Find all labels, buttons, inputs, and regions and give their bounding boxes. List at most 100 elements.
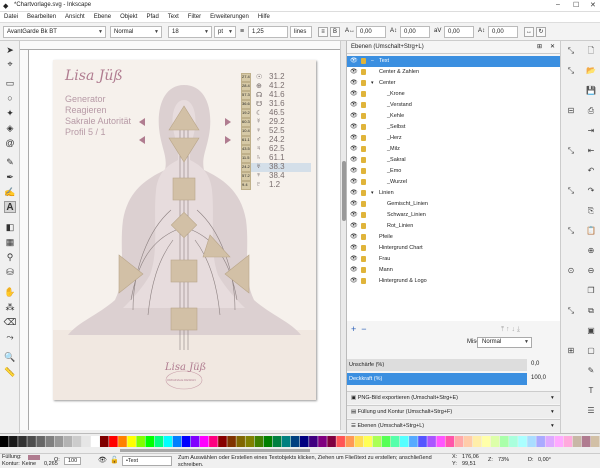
color-swatch[interactable] [363,436,373,447]
menu-erweiterungen[interactable]: Erweiterungen [210,12,249,22]
letter-spacing-input[interactable]: 0,00 [356,26,386,38]
redo-icon[interactable]: ↷ [585,185,597,197]
color-swatch[interactable] [45,436,55,447]
menu-pfad[interactable]: Pfad [146,12,158,22]
zoom-selection-icon[interactable]: ⊕ [585,245,597,257]
layer-row[interactable]: 👁 Pfeile [347,232,561,243]
collapsed-png-export[interactable]: ▣ PNG-Bild exportieren (Umschalt+Strg+E)… [347,391,561,404]
menu-filter[interactable]: Filter [188,12,201,22]
menu-ansicht[interactable]: Ansicht [65,12,85,22]
spiral-tool-icon[interactable]: @ [4,137,16,149]
color-swatch[interactable] [72,436,82,447]
color-swatch[interactable] [172,436,182,447]
color-swatch[interactable] [209,436,218,447]
palette-scrollbar[interactable] [120,449,310,452]
color-swatch[interactable] [254,436,264,447]
eye-icon[interactable]: 👁 [350,276,358,287]
layer-row[interactable]: 👁 Hintergrund Chart [347,243,561,254]
lock-icon[interactable] [361,91,366,97]
color-swatch[interactable] [54,436,64,447]
eye-icon[interactable]: 👁 [350,210,358,221]
ellipse-tool-icon[interactable]: ○ [4,92,16,104]
duplicate-icon[interactable]: ❐ [585,285,597,297]
color-swatch[interactable] [390,436,400,447]
color-swatch[interactable] [590,436,600,447]
expander-icon[interactable]: – [371,56,374,67]
export-icon[interactable]: ⇤ [585,145,597,157]
layer-row[interactable]: 👁 _Emo [347,166,561,177]
palette-swatches[interactable] [0,434,600,454]
layer-row[interactable]: 👁 _Herz [347,133,561,144]
color-swatch[interactable] [218,436,227,447]
opacity-status-input[interactable]: 100 [64,457,82,465]
line-spacing-input[interactable]: 1,25 [248,26,288,38]
color-swatch[interactable] [309,436,318,447]
ungroup-icon[interactable]: ▢ [585,345,597,357]
layer-row[interactable]: 👁 _Selbst [347,122,561,133]
node-tool-icon[interactable]: ⌖ [4,58,16,70]
color-swatch[interactable] [400,436,409,447]
color-swatch[interactable] [463,436,473,447]
lock-icon[interactable] [361,190,366,196]
color-swatch[interactable] [381,436,391,447]
color-swatch[interactable] [318,436,327,447]
color-swatch[interactable] [518,436,527,447]
spacing-unit-select[interactable]: lines [290,26,312,38]
layer-row[interactable]: 👁 Mann [347,265,561,276]
rotation-button[interactable]: ↻ [536,27,546,37]
layers-list[interactable]: 👁 – Text 👁 Center & Zahlen 👁 ▾ Center 👁 _Krone 👁 _V… [347,56,561,321]
lock-icon[interactable] [361,113,366,119]
fill-swatch[interactable] [28,455,40,460]
color-swatch[interactable] [27,436,36,447]
layer-row[interactable]: 👁 Hintergrund & Logo [347,276,561,287]
color-swatch[interactable] [572,436,582,447]
expander-icon[interactable]: ▾ [371,188,374,199]
align-left-button[interactable]: ≡ [318,27,328,37]
color-swatch[interactable] [163,436,173,447]
star-tool-icon[interactable]: ✦ [4,107,16,119]
kerning-input[interactable]: 0,00 [444,26,474,38]
snap-toggle-icon[interactable]: ⤡ [565,45,577,57]
text-direction-button[interactable]: ↔ [524,27,534,37]
collapsed-layers[interactable]: ☰ Ebenen (Umschalt+Strg+L) ▾ [347,419,561,432]
expander-icon[interactable]: ▾ [371,78,374,89]
color-swatch[interactable] [300,436,309,447]
blend-mode-select[interactable]: Normal ▼ [477,337,532,348]
lock-icon[interactable] [361,179,366,185]
tweak-tool-icon[interactable]: ✋ [4,286,16,298]
snap-rotation-icon[interactable]: ⤡ [565,305,577,317]
eye-icon[interactable]: 👁 [350,265,358,276]
color-swatch[interactable] [200,436,209,447]
color-swatch[interactable] [245,436,255,447]
save-icon[interactable]: 💾 [585,85,597,97]
close-button[interactable]: ✕ [590,1,596,9]
lock-icon[interactable] [361,102,366,108]
color-swatch[interactable] [118,436,127,447]
opacity-slider[interactable]: Deckkraft (%) [347,373,527,385]
menu-bearbeiten[interactable]: Bearbeiten [27,12,56,22]
eye-icon[interactable]: 👁 [350,243,358,254]
color-palette[interactable] [0,433,600,453]
eraser-tool-icon[interactable]: ⌫ [4,316,17,328]
color-swatch[interactable] [454,436,464,447]
color-swatch[interactable] [372,436,382,447]
layer-row[interactable]: 👁 ▾ Linien [347,188,561,199]
layer-row[interactable]: 👁 _Sakral [347,155,561,166]
doc-name[interactable]: Lisa Jüß [65,68,123,84]
layer-row[interactable]: 👁 _Milz [347,144,561,155]
color-swatch[interactable] [581,436,591,447]
blur-slider[interactable]: Unschärfe (%) [347,359,527,371]
fill-stroke-dialog-icon[interactable]: ✎ [585,365,597,377]
color-swatch[interactable] [409,436,418,447]
collapsed-fill-stroke[interactable]: ▤ Füllung und Kontur (Umschalt+Strg+F) ▾ [347,405,561,418]
color-swatch[interactable] [490,436,500,447]
lock-icon[interactable] [361,146,366,152]
layer-row[interactable]: 👁 Gemischt_Linien [347,199,561,210]
color-swatch[interactable] [445,436,455,447]
color-swatch[interactable] [190,436,200,447]
snap-nodes-icon[interactable]: ⤡ [565,145,577,157]
rotation-value[interactable]: 0,00° [538,457,551,463]
document-page[interactable]: Lisa Jüß Generator Reagieren Sakrale Aut… [53,60,316,400]
lock-icon[interactable] [361,212,366,218]
minimize-button[interactable]: – [556,1,560,8]
